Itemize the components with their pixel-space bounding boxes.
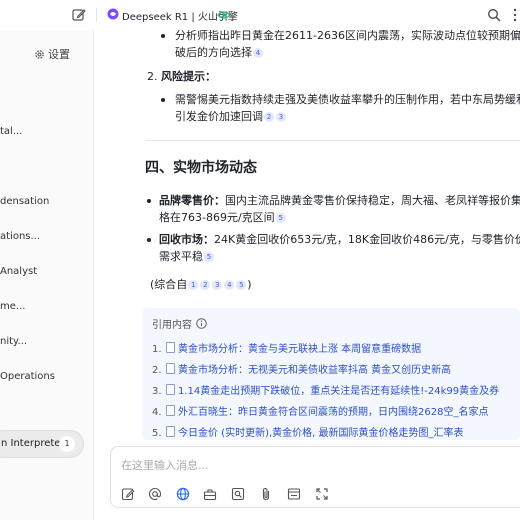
references-title: 引用内容	[152, 320, 192, 331]
reference-item[interactable]: 1. 黄金市场分析：黄金与美元联袂上涨 本周留意重磅数据	[152, 340, 421, 355]
topbar-divider	[96, 8, 97, 22]
risk-heading: 2. 风险提示：	[147, 68, 216, 84]
reference-link[interactable]: 1.14黄金走出预期下跌破位，重点关注是否还有延续性!-24k99黄金及券	[178, 386, 499, 397]
citation-badge[interactable]: 5	[236, 280, 247, 290]
reference-number: 5.	[152, 428, 162, 439]
reference-link[interactable]: 外汇百晓生：昨日黄金符合区间震荡的预期，日内围绕2628空_名家点	[178, 407, 488, 418]
chat-content: 分析师指出昨日黄金在2611-2636区间内震荡，实际波动点位较预期偏移 破后的…	[95, 30, 520, 442]
recycle-text: 24K黄金回收价653元/克，18K金回收价486元/克，与零售价价差	[214, 233, 520, 246]
references-header: 引用内容	[152, 316, 207, 331]
sidebar-item[interactable]: Operations	[0, 371, 55, 382]
reference-number: 4.	[152, 407, 162, 418]
settings-button[interactable]: 设置	[34, 46, 70, 62]
summary-close: )	[247, 278, 252, 291]
citation-badge[interactable]: 4	[224, 280, 235, 290]
expand-fullscreen-icon[interactable]	[315, 487, 329, 501]
reference-item[interactable]: 3. 1.14黄金走出预期下跌破位，重点关注是否还有延续性!-24k99黄金及券	[152, 382, 499, 397]
citation-badge[interactable]: 3	[276, 112, 286, 122]
citation-badge[interactable]: 5	[275, 213, 286, 223]
risk-label: 风险提示：	[161, 70, 216, 83]
sidebar-item[interactable]: densation	[0, 196, 49, 207]
brand-logo-icon	[107, 8, 119, 20]
document-icon	[166, 405, 175, 416]
info-icon[interactable]	[196, 318, 207, 329]
citation-badge[interactable]: 1	[188, 280, 199, 290]
edit-icon[interactable]	[72, 8, 86, 22]
visibility-eye-icon[interactable]	[217, 10, 231, 20]
document-icon	[166, 384, 175, 395]
analysis-line-2: 破后的方向选择 4	[175, 44, 264, 60]
reference-link[interactable]: 黄金市场分析：黄金与美元联袂上涨 本周留意重磅数据	[178, 344, 421, 355]
sidebar: 设置 tal... densation ations... Analyst me…	[0, 30, 94, 520]
section-title: 四、实物市场动态	[145, 160, 257, 176]
message-input-box[interactable]: 在这里输入消息...	[110, 446, 520, 508]
document-icon	[166, 426, 175, 437]
interpreter-count-badge: 1	[59, 436, 75, 452]
bullet-dot	[161, 34, 165, 38]
retail-label: 品牌零售价：	[159, 194, 225, 207]
reference-link[interactable]: 今日金价 (实时更新),黄金价格, 最新国际黄金价格走势图_汇率表	[178, 428, 464, 439]
web-search-globe-icon[interactable]	[176, 487, 190, 501]
citation-badge[interactable]: 3	[212, 280, 223, 290]
retail-text: 国内主流品牌黄金零售价保持稳定，周大福、老凤祥等报价集中	[225, 194, 520, 207]
citation-badge[interactable]: 5	[204, 252, 214, 262]
analysis-line-1: 分析师指出昨日黄金在2611-2636区间内震荡，实际波动点位较预期偏移	[175, 30, 520, 42]
citation-badge[interactable]: 2	[200, 280, 211, 290]
sidebar-item[interactable]: tal...	[0, 126, 22, 137]
risk-line-2-text: 引发金价加速回调	[175, 110, 263, 123]
recycle-line-2-text: 需求平稳	[159, 250, 203, 263]
summary-text: (综合自	[150, 278, 188, 291]
recycle-line-2: 需求平稳 5	[159, 248, 215, 264]
search-icon[interactable]	[487, 8, 501, 22]
retail-line-2: 格在763-869元/克区间 5	[159, 209, 287, 225]
plugin-toolbox-icon[interactable]	[203, 487, 217, 501]
references-panel: 引用内容 1. 黄金市场分析：黄金与美元联袂上涨 本周留意重磅数据 2. 黄金市场分…	[142, 308, 520, 440]
bullet-dot	[161, 98, 165, 102]
sidebar-item[interactable]: Analyst	[0, 266, 37, 277]
mention-icon[interactable]	[148, 487, 162, 501]
document-icon	[166, 342, 175, 353]
analysis-line-2-text: 破后的方向选择	[175, 46, 252, 59]
sidebar-item[interactable]: me...	[0, 301, 25, 312]
sidebar-item[interactable]: nity...	[0, 336, 27, 347]
reference-item[interactable]: 5. 今日金价 (实时更新),黄金价格, 最新国际黄金价格走势图_汇率表	[152, 424, 464, 439]
risk-line-1: 需警惕美元指数持续走强及美债收益率攀升的压制作用，若中东局势缓和	[175, 93, 520, 106]
risk-line-2: 引发金价加速回调 2 3	[175, 108, 287, 124]
bullet-dot	[147, 199, 151, 203]
reference-number: 1.	[152, 344, 162, 355]
citation-badge[interactable]: 4	[253, 48, 263, 58]
recycle-line-1: 回收市场：24K黄金回收价653元/克，18K金回收价486元/克，与零售价价差	[159, 231, 520, 247]
message-input-placeholder[interactable]: 在这里输入消息...	[121, 457, 209, 473]
document-icon	[166, 363, 175, 374]
image-search-icon[interactable]	[231, 487, 245, 501]
reference-number: 3.	[152, 386, 162, 397]
reference-item[interactable]: 2. 黄金市场分析：无视美元和美债收益率抖高 黄金又创历史新高	[152, 361, 451, 376]
recycle-label: 回收市场：	[159, 233, 214, 246]
code-block-icon[interactable]	[287, 487, 301, 501]
sidebar-item[interactable]: ations...	[0, 231, 40, 242]
top-bar: Deepseek R1 | 火山引擎	[0, 0, 520, 30]
code-interpreter-item[interactable]: n Interpreter 1	[0, 430, 84, 458]
risk-number: 2.	[147, 70, 158, 83]
edit-note-icon[interactable]	[121, 487, 135, 501]
retail-line-1: 品牌零售价：国内主流品牌黄金零售价保持稳定，周大福、老凤祥等报价集中	[159, 192, 520, 208]
settings-label: 设置	[48, 48, 70, 61]
bullet-dot	[147, 238, 151, 242]
reference-link[interactable]: 黄金市场分析：无视美元和美债收益率抖高 黄金又创历史新高	[178, 365, 451, 376]
citation-badge[interactable]: 2	[264, 112, 274, 122]
section-divider	[145, 140, 520, 141]
retail-line-2-text: 格在763-869元/克区间	[159, 211, 275, 224]
reference-item[interactable]: 4. 外汇百晓生：昨日黄金符合区间震荡的预期，日内围绕2628空_名家点	[152, 403, 488, 418]
summary-line: (综合自 1 2 3 4 5)	[150, 276, 252, 292]
attachment-paperclip-icon[interactable]	[259, 487, 273, 501]
interpreter-label: n Interpreter	[1, 438, 65, 449]
reference-number: 2.	[152, 365, 162, 376]
gear-icon	[35, 49, 44, 59]
more-options-icon[interactable]	[510, 8, 520, 22]
